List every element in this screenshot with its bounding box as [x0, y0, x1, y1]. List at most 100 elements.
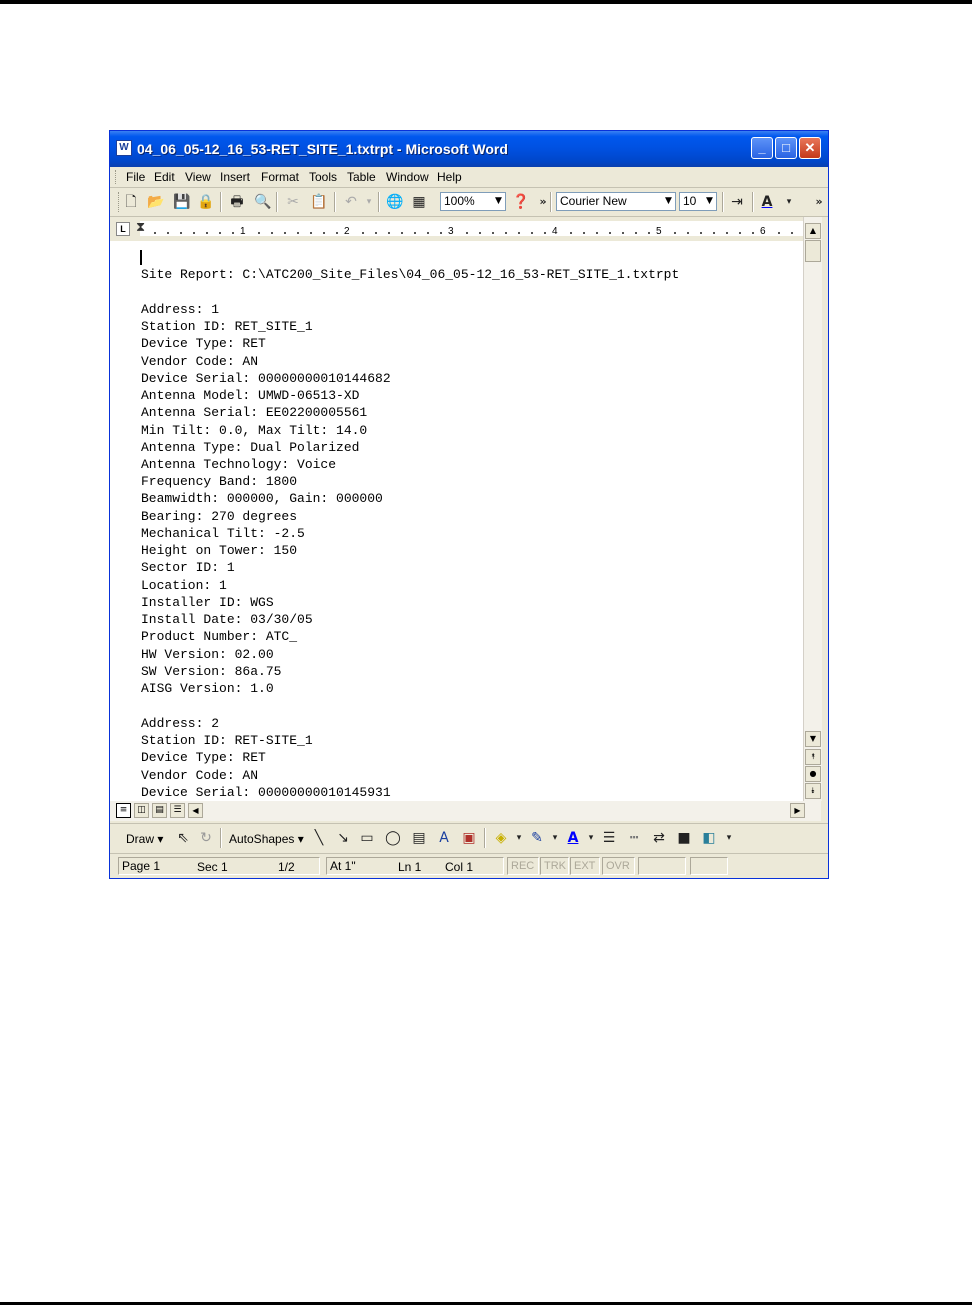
- ruler-number: 3: [448, 226, 454, 237]
- normal-view-icon[interactable]: ≡: [116, 803, 131, 818]
- status-ext[interactable]: EXT: [570, 857, 600, 875]
- scroll-right-icon[interactable]: ▶: [790, 803, 805, 818]
- horizontal-ruler[interactable]: L 1 2 3 4 5 6 ⧗: [110, 217, 803, 241]
- font-color-dropdown-icon[interactable]: ▾: [780, 193, 798, 211]
- menu-file[interactable]: File: [126, 169, 145, 185]
- document-line: Antenna Type: Dual Polarized: [141, 440, 360, 455]
- fill-color-dropdown-icon[interactable]: ▾: [510, 829, 528, 847]
- previous-page-icon[interactable]: ⯭: [805, 749, 821, 765]
- indent-marker-icon[interactable]: ⧗: [136, 220, 145, 236]
- font-select[interactable]: Courier New ▼: [556, 192, 676, 211]
- status-section: Sec 1: [197, 860, 228, 874]
- ruler-tick: [726, 232, 728, 234]
- menu-edit[interactable]: Edit: [154, 169, 175, 185]
- print-icon[interactable]: 🖶: [228, 193, 246, 211]
- menu-view[interactable]: View: [185, 169, 211, 185]
- text-box-icon[interactable]: ▤: [410, 829, 428, 847]
- paste-icon[interactable]: 📋: [310, 193, 328, 211]
- wordart-icon[interactable]: A: [435, 829, 453, 847]
- toolbar-overflow-icon[interactable]: »: [810, 193, 828, 211]
- zoom-select[interactable]: 100% ▼: [440, 192, 506, 211]
- menu-table[interactable]: Table: [347, 169, 376, 185]
- line-style-icon[interactable]: ☰: [600, 829, 618, 847]
- ruler-tick: [596, 232, 598, 234]
- status-trk[interactable]: TRK: [540, 857, 569, 875]
- line-color-icon[interactable]: ✎: [528, 829, 546, 847]
- arrow-style-icon[interactable]: ⇄: [650, 829, 668, 847]
- help-icon[interactable]: ❓: [512, 193, 530, 211]
- close-button[interactable]: ✕: [799, 137, 821, 159]
- ruler-tick: [310, 232, 312, 234]
- table-icon[interactable]: ▦: [410, 193, 428, 211]
- status-rec[interactable]: REC: [507, 857, 539, 875]
- status-ovr[interactable]: OVR: [602, 857, 635, 875]
- document-line: Station ID: RET-SITE_1: [141, 733, 313, 748]
- ruler-tick: [375, 232, 377, 234]
- document-body[interactable]: Site Report: C:\ATC200_Site_Files\04_06_…: [110, 241, 803, 801]
- tab-selector[interactable]: L: [116, 222, 130, 236]
- outline-view-icon[interactable]: ☰: [170, 803, 185, 818]
- scroll-up-icon[interactable]: ▲: [805, 223, 821, 239]
- scroll-thumb[interactable]: [805, 240, 821, 262]
- web-icon[interactable]: 🌐: [386, 193, 404, 211]
- ruler-tick: [154, 232, 156, 234]
- drawing-toolbar-options-icon[interactable]: ▾: [720, 829, 738, 847]
- status-line: Ln 1: [398, 860, 422, 874]
- drawing-toolbar: Draw ▾ ⇖ ↻ AutoShapes ▾ ╲ ↘ ▭ ◯ ▤ A ▣ ◈ …: [110, 823, 828, 852]
- undo-icon[interactable]: ↶: [342, 193, 360, 211]
- line-color-dropdown-icon[interactable]: ▾: [546, 829, 564, 847]
- title-bar[interactable]: W 04_06_05-12_16_53-RET_SITE_1.txtrpt - …: [110, 131, 828, 167]
- menu-help[interactable]: Help: [437, 169, 462, 185]
- arrow-icon[interactable]: ↘: [334, 829, 352, 847]
- select-objects-icon[interactable]: ⇖: [174, 829, 192, 847]
- horizontal-scrollbar[interactable]: ≡ ◫ ▤ ☰ ◀ ▶: [110, 801, 821, 821]
- 3d-style-icon[interactable]: ◧: [700, 829, 718, 847]
- oval-icon[interactable]: ◯: [384, 829, 402, 847]
- scroll-left-icon[interactable]: ◀: [188, 803, 203, 818]
- shadow-style-icon[interactable]: ■: [675, 829, 693, 847]
- status-spelling: [690, 857, 728, 875]
- ruler-tick: [622, 232, 624, 234]
- vertical-scrollbar[interactable]: ▲ ▼ ⯭ ● ⯯: [803, 217, 822, 801]
- print-preview-icon[interactable]: 🔍: [254, 193, 272, 211]
- line-icon[interactable]: ╲: [310, 829, 328, 847]
- print-layout-view-icon[interactable]: ▤: [152, 803, 167, 818]
- ruler-tick: [297, 232, 299, 234]
- indent-icon[interactable]: ⇥: [728, 193, 746, 211]
- font-color-icon[interactable]: A: [758, 193, 776, 211]
- permission-icon[interactable]: 🔒: [197, 193, 215, 211]
- chevron-down-icon: ▼: [665, 196, 672, 206]
- free-rotate-icon[interactable]: ↻: [197, 829, 215, 847]
- chevron-down-icon: ▼: [706, 196, 713, 206]
- document-line: Min Tilt: 0.0, Max Tilt: 14.0: [141, 423, 368, 438]
- font-size-select[interactable]: 10 ▼: [679, 192, 717, 211]
- menu-window[interactable]: Window: [386, 169, 429, 185]
- autoshapes-menu-button[interactable]: AutoShapes ▾: [229, 831, 304, 847]
- dash-style-icon[interactable]: ┅: [625, 829, 643, 847]
- draw-menu-button[interactable]: Draw ▾: [126, 831, 163, 847]
- maximize-button[interactable]: □: [775, 137, 797, 159]
- menu-insert[interactable]: Insert: [220, 169, 250, 185]
- chevron-down-icon: ▼: [495, 196, 502, 206]
- menu-tools[interactable]: Tools: [309, 169, 337, 185]
- document-line: Sector ID: 1: [141, 560, 235, 575]
- ruler-tick: [206, 232, 208, 234]
- ruler-tick: [258, 232, 260, 234]
- web-layout-view-icon[interactable]: ◫: [134, 803, 149, 818]
- select-browse-object-icon[interactable]: ●: [805, 766, 821, 782]
- undo-dropdown-icon[interactable]: ▾: [360, 193, 378, 211]
- font-color-dropdown-icon[interactable]: ▾: [582, 829, 600, 847]
- fill-color-icon[interactable]: ◈: [492, 829, 510, 847]
- toolbar-separator: [334, 192, 336, 212]
- minimize-button[interactable]: _: [751, 137, 773, 159]
- open-icon[interactable]: 📂: [147, 193, 165, 211]
- next-page-icon[interactable]: ⯯: [805, 783, 821, 799]
- font-color-icon[interactable]: A: [564, 829, 582, 847]
- cut-icon[interactable]: ✂: [284, 193, 302, 211]
- clip-art-icon[interactable]: ▣: [460, 829, 478, 847]
- scroll-down-icon[interactable]: ▼: [805, 731, 821, 747]
- new-icon[interactable]: 🗋: [122, 193, 140, 211]
- menu-format[interactable]: Format: [261, 169, 299, 185]
- save-icon[interactable]: 💾: [173, 193, 191, 211]
- rectangle-icon[interactable]: ▭: [358, 829, 376, 847]
